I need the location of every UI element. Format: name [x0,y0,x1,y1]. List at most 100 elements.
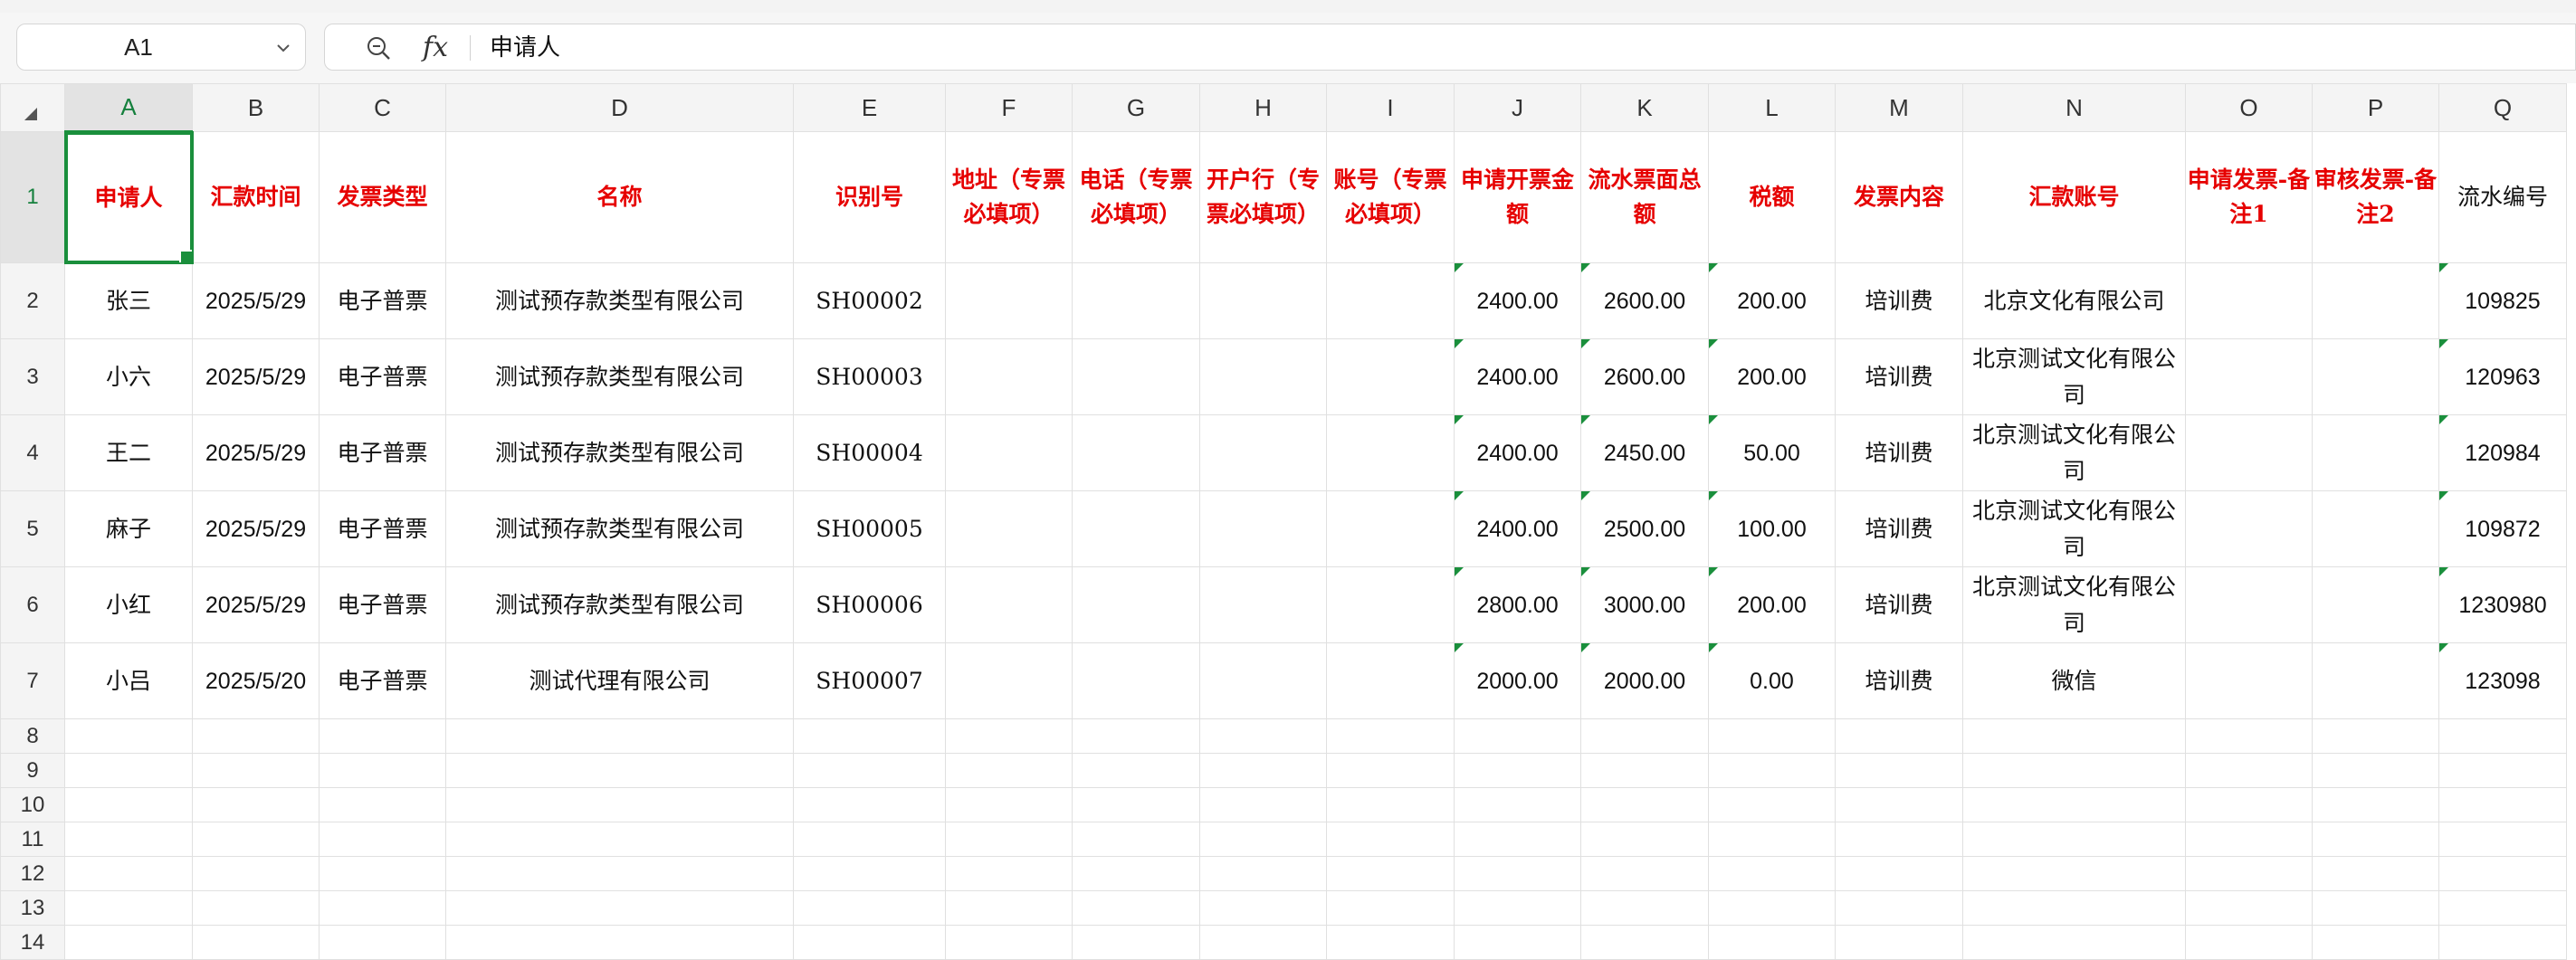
table-cell[interactable] [1580,718,1709,754]
table-cell[interactable] [1326,642,1455,719]
table-cell[interactable] [1580,925,1709,960]
table-cell[interactable]: 测试预存款类型有限公司 [445,566,794,643]
table-cell[interactable] [1708,890,1836,926]
table-cell[interactable] [1326,718,1455,754]
column-header[interactable]: K [1580,83,1709,132]
table-cell[interactable] [1072,890,1200,926]
table-cell[interactable] [192,753,320,788]
table-cell[interactable] [1835,787,1963,822]
table-cell[interactable] [945,262,1073,339]
table-cell[interactable] [64,822,193,857]
table-cell[interactable]: 北京测试文化有限公司 [1962,414,2186,491]
table-cell[interactable] [1072,566,1200,643]
table-cell[interactable] [192,890,320,926]
table-cell[interactable] [793,718,946,754]
table-cell[interactable] [945,822,1073,857]
table-cell[interactable] [1199,856,1327,891]
row-header[interactable]: 1 [0,131,65,263]
table-cell[interactable] [1326,566,1455,643]
table-cell[interactable] [1454,787,1581,822]
table-cell[interactable] [1326,890,1455,926]
row-header[interactable]: 2 [0,262,65,339]
table-cell[interactable] [2312,642,2439,719]
table-cell[interactable] [2185,856,2313,891]
column-header[interactable]: G [1072,83,1200,132]
header-cell[interactable]: 识别号 [793,131,946,263]
table-cell[interactable] [945,566,1073,643]
table-cell[interactable] [64,925,193,960]
table-cell[interactable] [1072,262,1200,339]
table-cell[interactable] [945,642,1073,719]
table-cell[interactable]: SH00005 [793,490,946,567]
column-header[interactable]: L [1708,83,1836,132]
table-cell[interactable] [1199,490,1327,567]
table-cell[interactable] [1580,753,1709,788]
table-cell[interactable] [319,753,446,788]
table-cell[interactable] [2438,787,2567,822]
table-cell[interactable] [1708,925,1836,960]
table-cell[interactable] [1708,718,1836,754]
table-cell[interactable] [1708,753,1836,788]
chevron-down-icon[interactable] [272,37,294,59]
table-cell[interactable]: 北京测试文化有限公司 [1962,338,2186,415]
table-cell[interactable]: 测试预存款类型有限公司 [445,262,794,339]
header-cell[interactable]: 流水编号 [2438,131,2567,263]
table-cell[interactable] [1199,414,1327,491]
table-cell[interactable] [445,925,794,960]
table-cell[interactable] [1580,856,1709,891]
table-cell[interactable] [1962,890,2186,926]
table-cell[interactable] [1199,822,1327,857]
table-cell[interactable] [319,856,446,891]
table-cell[interactable] [1835,925,1963,960]
table-cell[interactable] [1199,642,1327,719]
table-cell[interactable]: 109872 [2438,490,2567,567]
table-cell[interactable] [1199,718,1327,754]
row-header[interactable]: 11 [0,822,65,857]
table-cell[interactable] [1835,890,1963,926]
table-cell[interactable] [2312,566,2439,643]
table-cell[interactable] [319,890,446,926]
table-cell[interactable] [2185,490,2313,567]
table-cell[interactable]: 2025/5/29 [192,262,320,339]
row-header[interactable]: 12 [0,856,65,891]
table-cell[interactable] [1072,718,1200,754]
table-cell[interactable] [1072,414,1200,491]
table-cell[interactable] [2185,753,2313,788]
table-cell[interactable] [445,787,794,822]
column-header[interactable]: N [1962,83,2186,132]
table-cell[interactable] [2185,414,2313,491]
header-cell[interactable]: 发票内容 [1835,131,1963,263]
table-cell[interactable] [1326,822,1455,857]
table-cell[interactable] [445,890,794,926]
table-cell[interactable] [2185,566,2313,643]
table-cell[interactable]: 麻子 [64,490,193,567]
row-header[interactable]: 7 [0,642,65,719]
table-cell[interactable]: SH00002 [793,262,946,339]
table-cell[interactable] [793,856,946,891]
table-cell[interactable] [2438,753,2567,788]
table-cell[interactable] [1708,787,1836,822]
table-cell[interactable] [2312,262,2439,339]
function-icon[interactable]: fx [423,30,448,66]
table-cell[interactable] [1962,925,2186,960]
column-header[interactable]: C [319,83,446,132]
table-cell[interactable] [1454,890,1581,926]
row-header[interactable]: 3 [0,338,65,415]
table-cell[interactable]: 培训费 [1835,642,1963,719]
table-cell[interactable] [1072,856,1200,891]
table-cell[interactable] [2312,822,2439,857]
header-cell[interactable]: 发票类型 [319,131,446,263]
table-cell[interactable] [793,890,946,926]
table-cell[interactable]: 测试代理有限公司 [445,642,794,719]
table-cell[interactable] [2185,890,2313,926]
table-cell[interactable] [192,718,320,754]
table-cell[interactable]: 培训费 [1835,414,1963,491]
table-cell[interactable]: 2600.00 [1580,338,1709,415]
table-cell[interactable] [1454,718,1581,754]
select-all-corner[interactable] [0,83,65,132]
table-cell[interactable] [1326,753,1455,788]
cell-a1-active[interactable]: 申请人 [63,130,194,264]
table-cell[interactable]: 3000.00 [1580,566,1709,643]
header-cell[interactable]: 审核发票-备注2 [2312,131,2439,263]
table-cell[interactable]: 小红 [64,566,193,643]
